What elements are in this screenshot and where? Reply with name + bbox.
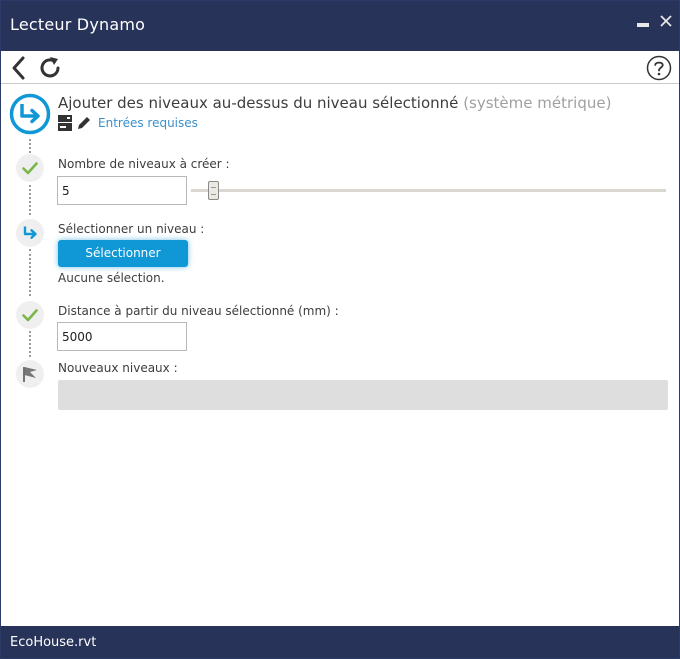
- script-title-suffix: (système métrique): [463, 94, 612, 112]
- server-icon: [58, 115, 72, 131]
- flag-icon: [15, 359, 45, 389]
- step-connector: [29, 249, 31, 296]
- close-icon: [660, 15, 672, 27]
- levels-count-input[interactable]: [57, 176, 187, 205]
- help-icon: [646, 55, 672, 81]
- script-run-icon: [9, 93, 51, 135]
- new-levels-output: [58, 380, 668, 410]
- close-button[interactable]: [658, 12, 674, 30]
- step-connector: [29, 185, 31, 215]
- script-inputs-row: Entrées requises: [58, 114, 198, 132]
- minimize-button[interactable]: [637, 23, 649, 27]
- levels-count-slider-track[interactable]: [191, 189, 666, 192]
- script-title-main: Ajouter des niveaux au-dessus du niveau …: [58, 94, 459, 112]
- step-pending-arrow-icon: [15, 218, 45, 248]
- title-bar: Lecteur Dynamo: [1, 1, 679, 51]
- selection-status-text: Aucune sélection.: [58, 271, 165, 285]
- step-complete-check-icon: [15, 153, 45, 183]
- step-connector: [29, 331, 31, 357]
- select-level-label: Sélectionner un niveau :: [58, 222, 205, 236]
- window-title: Lecteur Dynamo: [10, 15, 146, 34]
- help-button[interactable]: [646, 55, 672, 81]
- refresh-icon: [40, 57, 60, 78]
- back-button[interactable]: [9, 55, 29, 81]
- required-inputs-link[interactable]: Entrées requises: [98, 116, 198, 130]
- dynamo-player-window: Lecteur Dynamo Ajouter des niveaux au-de…: [0, 0, 680, 659]
- select-level-button[interactable]: Sélectionner: [58, 240, 188, 267]
- distance-input[interactable]: [57, 322, 187, 351]
- levels-count-slider-thumb[interactable]: [208, 181, 219, 200]
- refresh-button[interactable]: [37, 55, 63, 81]
- document-name: EcoHouse.rvt: [10, 635, 97, 650]
- pencil-icon[interactable]: [76, 115, 92, 131]
- chevron-left-icon: [12, 56, 25, 80]
- new-levels-label: Nouveaux niveaux :: [58, 361, 178, 375]
- levels-count-label: Nombre de niveaux à créer :: [58, 157, 230, 171]
- step-connector: [29, 139, 31, 153]
- step-complete-check-icon: [15, 300, 45, 330]
- toolbar: [1, 51, 679, 84]
- script-title: Ajouter des niveaux au-dessus du niveau …: [58, 94, 611, 112]
- script-panel: Ajouter des niveaux au-dessus du niveau …: [1, 85, 679, 625]
- distance-label: Distance à partir du niveau sélectionné …: [58, 304, 339, 318]
- status-bar: EcoHouse.rvt: [1, 626, 679, 658]
